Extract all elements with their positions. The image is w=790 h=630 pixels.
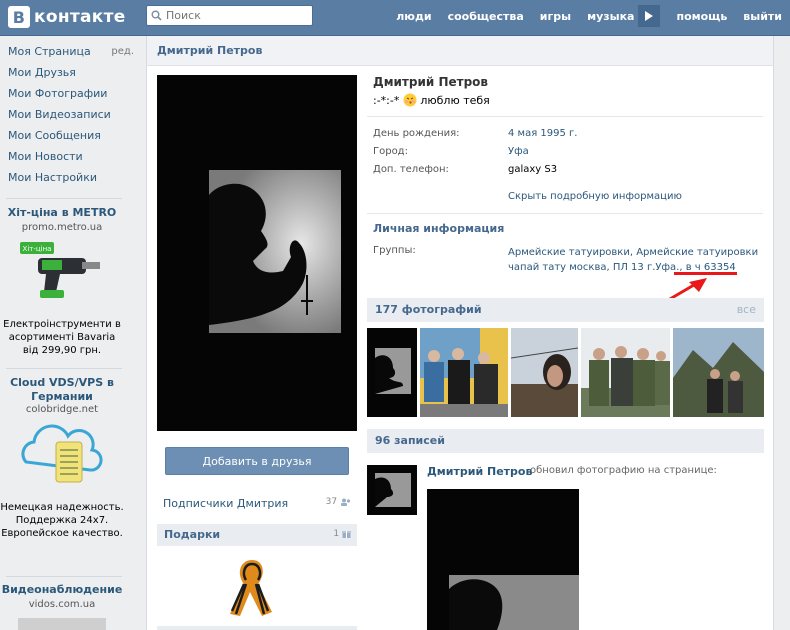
nav-logout[interactable]: выйти bbox=[743, 10, 782, 23]
nav-games[interactable]: игры bbox=[540, 10, 571, 23]
gift-icon bbox=[342, 531, 351, 538]
page-header: Дмитрий Петров bbox=[147, 36, 773, 66]
top-nav: люди сообщества игры музыка помощь выйти bbox=[380, 0, 782, 32]
nav-help[interactable]: помощь bbox=[676, 10, 727, 23]
play-icon[interactable] bbox=[638, 5, 661, 27]
posts-header[interactable]: 96 записей bbox=[367, 429, 764, 453]
add-friend-button[interactable]: Добавить в друзья bbox=[165, 447, 349, 475]
status-text-prefix: :-*:-* bbox=[373, 94, 400, 107]
post-author-link[interactable]: Дмитрий Петров bbox=[427, 465, 532, 478]
photo-thumbnail[interactable] bbox=[420, 328, 508, 417]
vk-logo-icon: В bbox=[8, 6, 30, 28]
photo-thumbnail[interactable] bbox=[367, 328, 417, 417]
post-photo[interactable] bbox=[427, 489, 579, 630]
info-divider bbox=[367, 116, 763, 117]
ad-site-cloud[interactable]: colobridge.net bbox=[0, 404, 124, 415]
profile-status: :-*:-* люблю тебя bbox=[373, 93, 490, 107]
gifts-title: Подарки bbox=[164, 528, 221, 541]
ad-title-video[interactable]: Видеонаблюдение bbox=[0, 583, 124, 597]
people-icon bbox=[341, 498, 351, 506]
left-sidebar: Моя Страница ред. Мои Друзья Мои Фотогра… bbox=[0, 36, 134, 630]
ad-image-drill[interactable]: Хіт-ціна bbox=[18, 240, 104, 300]
profile-avatar[interactable] bbox=[157, 75, 357, 431]
hide-full-info-link[interactable]: Скрыть подробную информацию bbox=[508, 191, 682, 202]
search-input[interactable] bbox=[166, 9, 306, 22]
ad-site-metro[interactable]: promo.metro.ua bbox=[0, 222, 124, 233]
nav-people[interactable]: люди bbox=[396, 10, 431, 23]
gifts-header[interactable]: Подарки 1 bbox=[157, 524, 357, 546]
photos-title: 177 фотографий bbox=[375, 303, 482, 316]
section-header-partial bbox=[157, 626, 357, 630]
group-link[interactable]: Армейские татуировки bbox=[508, 247, 630, 258]
groups-label: Группы: bbox=[373, 245, 416, 256]
search-icon bbox=[151, 10, 162, 21]
sidebar-item-news[interactable]: Мои Новости bbox=[8, 150, 83, 168]
nav-music[interactable]: музыка bbox=[587, 10, 634, 23]
group-link[interactable]: ПЛ 13 г.Уфа. bbox=[613, 262, 680, 273]
profile-content: Дмитрий Петров Добавить в друзья Подписч… bbox=[146, 36, 774, 630]
profile-name: Дмитрий Петров bbox=[373, 75, 489, 89]
groups-list: Армейские татуировки, Армейские татуиров… bbox=[508, 245, 762, 275]
phone-label: Доп. телефон: bbox=[373, 164, 449, 175]
ad-text-cloud[interactable]: Немецкая надежность. Поддержка 24x7. Евр… bbox=[0, 501, 124, 540]
sidebar-edit-link[interactable]: ред. bbox=[111, 46, 134, 57]
photos-all-link[interactable]: все bbox=[737, 303, 756, 316]
city-value[interactable]: Уфа bbox=[508, 146, 529, 157]
page-title: Дмитрий Петров bbox=[157, 44, 263, 57]
posts-title: 96 записей bbox=[375, 434, 445, 447]
gifts-count-value: 1 bbox=[333, 529, 340, 539]
photos-header[interactable]: 177 фотографий все bbox=[367, 298, 764, 322]
ad-title-metro[interactable]: Хіт-ціна в METRO bbox=[0, 206, 124, 220]
birthday-label: День рождения: bbox=[373, 128, 460, 139]
cloud-server-icon[interactable] bbox=[16, 422, 106, 484]
ad-badge-text: Хіт-ціна bbox=[23, 245, 52, 253]
post-action-text: обновил фотографию на странице: bbox=[530, 465, 717, 476]
gifts-count: 1 bbox=[333, 529, 351, 539]
sidebar-divider bbox=[6, 576, 122, 577]
post-author-avatar[interactable] bbox=[367, 465, 417, 515]
photo-thumbnail[interactable] bbox=[673, 328, 764, 417]
followers-count-value: 37 bbox=[325, 497, 338, 507]
sidebar-item-my-page[interactable]: Моя Страница bbox=[8, 45, 91, 63]
ad-image-camera[interactable] bbox=[18, 618, 106, 630]
photo-thumbnail[interactable] bbox=[511, 328, 578, 417]
sidebar-item-videos[interactable]: Мои Видеозаписи bbox=[8, 108, 111, 126]
nav-communities[interactable]: сообщества bbox=[448, 10, 524, 23]
vk-logo-text: контакте bbox=[34, 7, 126, 27]
sidebar-item-friends[interactable]: Мои Друзья bbox=[8, 66, 76, 84]
birthday-value[interactable]: 4 мая 1995 г. bbox=[508, 128, 577, 139]
ad-title-cloud[interactable]: Cloud VDS/VPS в Германии bbox=[0, 376, 124, 404]
sidebar-item-settings[interactable]: Мои Настройки bbox=[8, 171, 97, 189]
phone-value: galaxy S3 bbox=[508, 164, 558, 175]
followers-link[interactable]: Подписчики Дмитрия 37 bbox=[163, 497, 351, 511]
red-underline-annotation bbox=[674, 272, 737, 275]
personal-info-title: Личная информация bbox=[373, 222, 505, 235]
info-divider bbox=[367, 213, 763, 214]
search-box[interactable] bbox=[146, 5, 313, 26]
followers-label: Подписчики Дмитрия bbox=[163, 497, 289, 510]
city-label: Город: bbox=[373, 146, 408, 157]
kiss-emoji-icon bbox=[403, 93, 417, 107]
sidebar-item-messages[interactable]: Мои Сообщения bbox=[8, 129, 101, 147]
ad-text-metro[interactable]: Електроінструменти в асортименті Bavaria… bbox=[0, 318, 124, 357]
ad-site-video[interactable]: vidos.com.ua bbox=[0, 599, 124, 610]
st-george-ribbon-gift[interactable] bbox=[222, 554, 282, 623]
photo-thumbnail[interactable] bbox=[581, 328, 670, 417]
sidebar-divider bbox=[6, 368, 122, 369]
sidebar-divider bbox=[6, 198, 122, 199]
top-header: В контакте люди сообщества игры музыка п… bbox=[0, 0, 790, 36]
vk-logo[interactable]: В контакте bbox=[8, 6, 126, 28]
followers-count: 37 bbox=[326, 497, 351, 507]
status-text-suffix: люблю тебя bbox=[420, 94, 490, 107]
sidebar-item-photos[interactable]: Мои Фотографии bbox=[8, 87, 107, 105]
